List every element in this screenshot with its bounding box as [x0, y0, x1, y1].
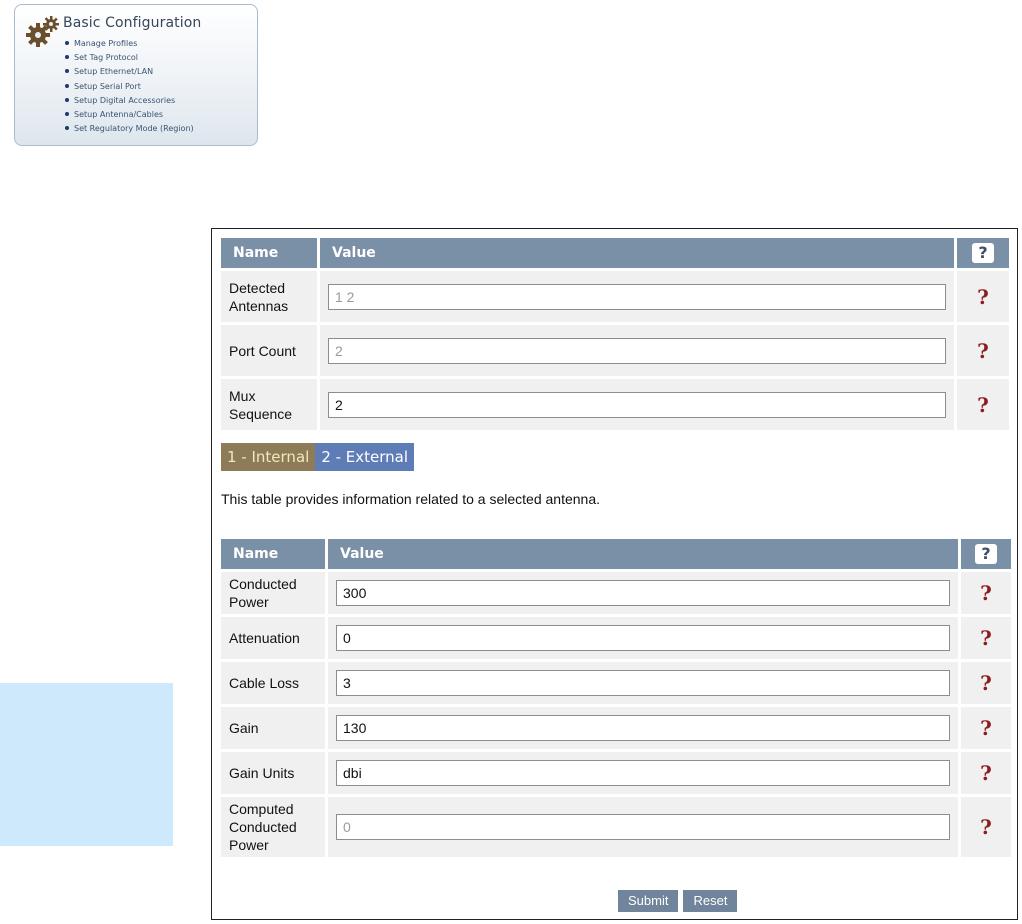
attenuation-field[interactable] — [336, 625, 950, 651]
antenna-detail-table: Name Value ? Conducted Power ? Attenuati… — [218, 536, 1014, 860]
row-label-conducted-power: Conducted Power — [221, 572, 325, 614]
menu-title: Basic Configuration — [63, 15, 202, 31]
row-label-computed-conducted-power: Computed Conducted Power — [221, 797, 325, 857]
menu-item-manage-profiles[interactable]: Manage Profiles — [65, 37, 194, 51]
antenna-config-frame: Name Value ? Detected Antennas ? Port Co… — [211, 228, 1018, 920]
help-header-icon[interactable]: ? — [972, 243, 994, 263]
row-label-gain-units: Gain Units — [221, 752, 325, 794]
tab-external[interactable]: 2 - External — [315, 443, 415, 471]
name-column-header: Name — [221, 539, 325, 569]
help-icon[interactable]: ? — [961, 707, 1011, 749]
table-description: This table provides information related … — [221, 491, 601, 507]
menu-item-set-regulatory-mode[interactable]: Set Regulatory Mode (Region) — [65, 122, 194, 136]
basic-configuration-menu: Basic Configuration Manage Profiles Set … — [14, 4, 258, 146]
help-icon[interactable]: ? — [957, 379, 1009, 430]
side-panel — [0, 683, 173, 846]
gears-icon — [26, 16, 59, 47]
row-label-detected-antennas: Detected Antennas — [221, 271, 317, 322]
reader-antenna-table: Name Value ? Detected Antennas ? Port Co… — [218, 235, 1012, 433]
antenna-tabs: 1 - Internal 2 - External — [221, 443, 415, 471]
table-row: Gain Units ? — [221, 752, 1011, 794]
gain-field[interactable] — [336, 715, 950, 741]
conducted-power-field[interactable] — [336, 580, 950, 606]
help-icon[interactable]: ? — [961, 617, 1011, 659]
menu-item-setup-serial-port[interactable]: Setup Serial Port — [65, 80, 194, 94]
submit-button[interactable]: Submit — [618, 890, 679, 912]
table-row: Mux Sequence ? — [221, 379, 1009, 430]
help-icon[interactable]: ? — [961, 797, 1011, 857]
menu-item-set-tag-protocol[interactable]: Set Tag Protocol — [65, 51, 194, 65]
row-label-attenuation: Attenuation — [221, 617, 325, 659]
port-count-field — [328, 337, 946, 364]
menu-item-setup-antenna-cables[interactable]: Setup Antenna/Cables — [65, 108, 194, 122]
row-label-gain: Gain — [221, 707, 325, 749]
value-column-header: Value — [328, 539, 958, 569]
table-header: Name Value ? — [221, 539, 1011, 569]
mux-sequence-field[interactable] — [328, 391, 946, 418]
table-row: Port Count ? — [221, 325, 1009, 376]
row-label-cable-loss: Cable Loss — [221, 662, 325, 704]
reset-button[interactable]: Reset — [683, 890, 738, 912]
form-buttons: Submit Reset — [618, 890, 738, 912]
help-icon[interactable]: ? — [961, 572, 1011, 614]
table-header: Name Value ? — [221, 238, 1009, 268]
row-label-mux-sequence: Mux Sequence — [221, 379, 317, 430]
help-header-icon[interactable]: ? — [975, 544, 997, 564]
menu-item-setup-digital-accessories[interactable]: Setup Digital Accessories — [65, 94, 194, 108]
table-row: Computed Conducted Power ? — [221, 797, 1011, 857]
table-row: Gain ? — [221, 707, 1011, 749]
gain-units-field[interactable] — [336, 760, 950, 786]
tab-internal[interactable]: 1 - Internal — [221, 443, 316, 471]
table-row: Detected Antennas ? — [221, 271, 1009, 322]
name-column-header: Name — [221, 238, 317, 268]
computed-conducted-power-field — [336, 814, 950, 840]
table-row: Attenuation ? — [221, 617, 1011, 659]
value-column-header: Value — [320, 238, 954, 268]
help-icon[interactable]: ? — [957, 271, 1009, 322]
help-icon[interactable]: ? — [961, 752, 1011, 794]
detected-antennas-field — [328, 283, 946, 310]
menu-item-setup-ethernet-lan[interactable]: Setup Ethernet/LAN — [65, 65, 194, 79]
help-icon[interactable]: ? — [961, 662, 1011, 704]
menu-list: Manage Profiles Set Tag Protocol Setup E… — [65, 37, 194, 136]
cable-loss-field[interactable] — [336, 670, 950, 696]
table-row: Conducted Power ? — [221, 572, 1011, 614]
help-icon[interactable]: ? — [957, 325, 1009, 376]
table-row: Cable Loss ? — [221, 662, 1011, 704]
row-label-port-count: Port Count — [221, 325, 317, 376]
